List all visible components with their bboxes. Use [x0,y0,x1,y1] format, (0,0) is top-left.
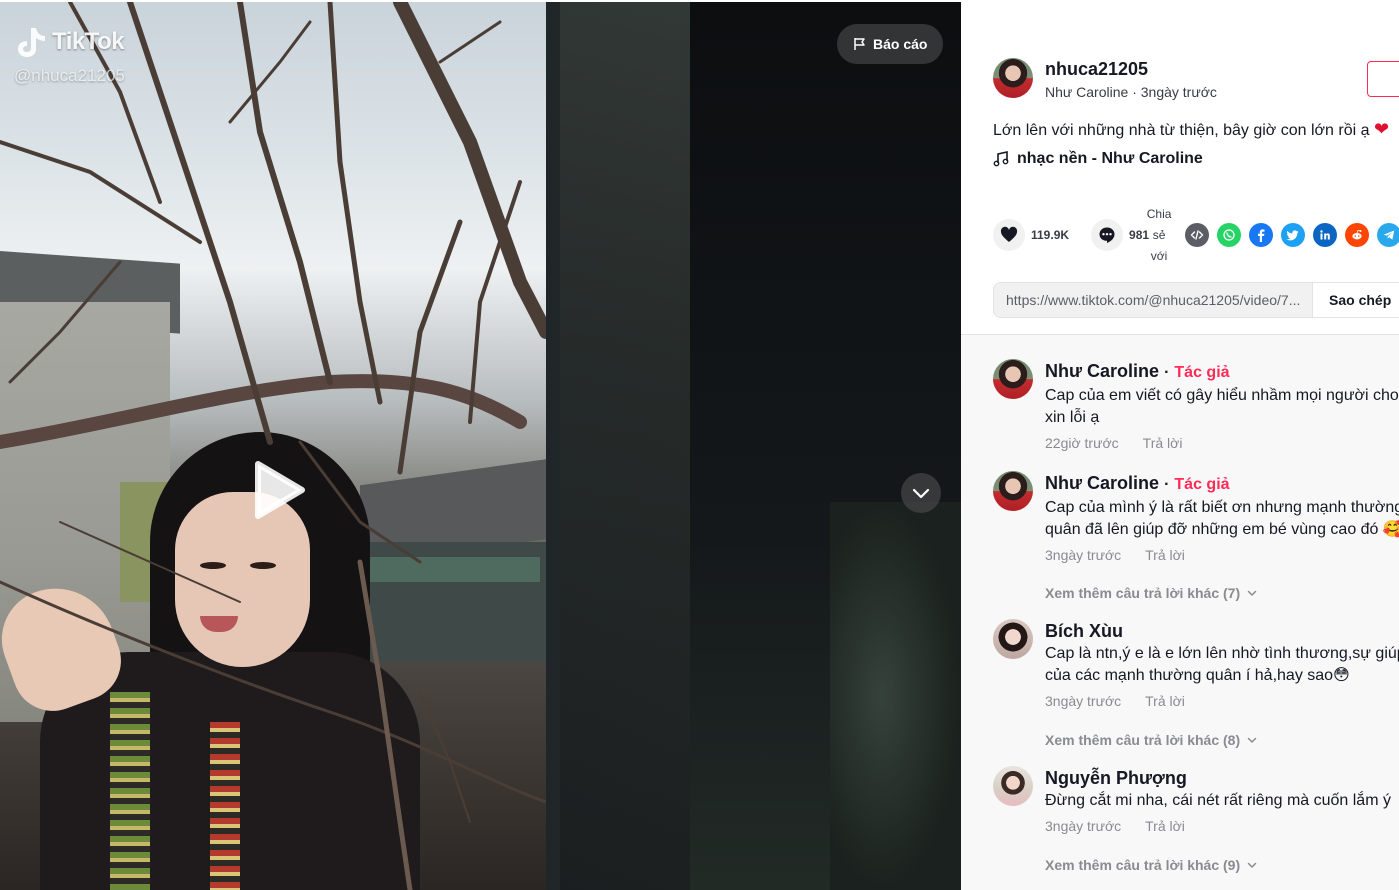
video-player[interactable]: TikTok @nhuca21205 [0,2,546,890]
comment-meta: 22giờ trước Trả lời [1045,435,1399,451]
facebook-icon[interactable] [1249,223,1274,247]
tiktok-watermark: TikTok [16,26,125,58]
report-button[interactable]: Báo cáo [837,24,944,64]
commenter-name[interactable]: Như Caroline [1045,473,1159,493]
chevron-down-icon [1247,737,1257,744]
comment-header: Như Caroline · Tác giả [1045,471,1399,497]
blurred-background [560,2,710,890]
share-link-url[interactable]: https://www.tiktok.com/@nhuca21205/video… [994,283,1312,317]
linkedin-icon[interactable] [1313,223,1338,247]
commenter-avatar[interactable] [993,619,1033,659]
comment-text: Cap của em viết có gây hiểu nhầm mọi ngư… [1045,387,1399,404]
comment-meta: 3ngày trước Trả lời [1045,818,1399,834]
music-note-icon [993,151,1009,167]
caption-text: Lớn lên với những nhà từ thiện, bây giờ … [993,122,1370,139]
share-link-box: https://www.tiktok.com/@nhuca21205/video… [993,282,1399,318]
heart-icon [1000,226,1018,242]
comment-time: 22giờ trước [1045,435,1119,451]
twitter-icon[interactable] [1281,223,1306,247]
comment-time: 3ngày trước [1045,693,1122,709]
separator-dot: · [1164,476,1170,493]
share-label-line: với [1150,248,1168,263]
music-link[interactable]: nhạc nền - Như Caroline [993,150,1203,168]
report-label: Báo cáo [873,36,928,52]
author-badge: Tác giả [1174,364,1230,381]
copy-link-button[interactable]: Sao chép [1312,283,1399,317]
comment-text: xin lỗi ạ [1045,409,1100,426]
author-subline: Như Caroline · 3ngày trước [1045,84,1217,100]
next-video-button[interactable] [901,473,941,513]
comment-time: 3ngày trước [1045,547,1122,563]
watermark-handle: @nhuca21205 [14,66,125,85]
like-count: 119.9K [1031,228,1070,242]
comment-button[interactable] [1091,219,1124,251]
music-title: nhạc nền - Như Caroline [1017,150,1203,167]
tiktok-watermark-text: TikTok [52,28,125,55]
share-label: Chia sẻ với [1145,204,1173,267]
details-panel: nhuca21205 Như Caroline · 3ngày trước Lớ… [961,2,1399,890]
reply-button[interactable]: Trả lời [1143,435,1183,451]
comment-text: quân đã lên giúp đỡ những em bé vùng cao… [1045,521,1399,538]
video-stage[interactable]: TikTok @nhuca21205 Báo cáo [0,2,961,890]
comment-icon [1099,227,1115,243]
comment-header: Bích Xùu [1045,619,1399,643]
chevron-down-icon [1247,590,1257,597]
comment-meta: 3ngày trước Trả lời [1045,693,1399,709]
separator-dot: · [1164,364,1170,381]
post-time: 3ngày trước [1140,84,1217,100]
comment-text: Cap là ntn,ý e là e lớn lên nhờ tình thư… [1045,645,1399,662]
chevron-down-icon [912,488,930,499]
share-label-line: Chia [1146,206,1172,221]
whatsapp-icon[interactable] [1217,223,1242,247]
commenter-name[interactable]: Nguyễn Phượng [1045,768,1187,788]
play-icon[interactable] [252,460,306,520]
video-tree-branches [0,2,546,890]
comment-text: Cap của mình ý là rất biết ơn nhưng mạnh… [1045,499,1399,516]
view-more-replies-button[interactable]: Xem thêm câu trả lời khác (7) [1045,585,1258,601]
comment-meta: 3ngày trước Trả lời [1045,547,1399,563]
author-display-name[interactable]: Như Caroline [1045,84,1128,100]
view-more-replies-button[interactable]: Xem thêm câu trả lời khác (8) [1045,732,1258,748]
like-button[interactable] [993,219,1025,251]
video-caption: Lớn lên với những nhà từ thiện, bây giờ … [993,118,1389,142]
author-info: nhuca21205 Như Caroline · 3ngày trước [993,58,1217,100]
comment-header: Như Caroline · Tác giả [1045,359,1399,385]
view-more-replies-label: Xem thêm câu trả lời khác (9) [1045,857,1241,873]
commenter-avatar[interactable] [993,471,1033,511]
separator-dot: · [1132,84,1141,100]
author-username[interactable]: nhuca21205 [1045,58,1217,80]
chevron-down-icon [1247,862,1257,869]
tiktok-logo-icon [18,28,45,57]
heart-emoji: ❤ [1373,119,1390,139]
commenter-name[interactable]: Như Caroline [1045,361,1159,381]
embed-icon[interactable] [1185,223,1210,247]
comment-text: Đừng cắt mi nha, cái nét rất riêng mà cu… [1045,792,1391,809]
action-bar: 119.9K 981 Chia sẻ với [993,202,1399,268]
flag-icon [854,38,865,50]
author-avatar[interactable] [993,58,1033,98]
blurred-background-green [830,502,961,890]
share-label-line: sẻ [1152,227,1166,242]
view-more-replies-label: Xem thêm câu trả lời khác (7) [1045,585,1241,601]
comment-time: 3ngày trước [1045,818,1122,834]
comment-text: của các mạnh thường quân í hả,hay sao😳 [1045,667,1350,684]
comment-list: Như Caroline · Tác giả Cap của em viết c… [961,334,1399,890]
follow-button[interactable] [1367,61,1399,97]
view-more-replies-label: Xem thêm câu trả lời khác (8) [1045,732,1241,748]
reddit-icon[interactable] [1345,223,1370,247]
reply-button[interactable]: Trả lời [1145,818,1185,834]
commenter-name[interactable]: Bích Xùu [1045,621,1123,641]
view-more-replies-button[interactable]: Xem thêm câu trả lời khác (9) [1045,857,1258,873]
telegram-icon[interactable] [1377,223,1399,247]
author-badge: Tác giả [1174,476,1230,493]
reply-button[interactable]: Trả lời [1145,547,1185,563]
commenter-avatar[interactable] [993,766,1033,806]
comment-header: Nguyễn Phượng [1045,766,1399,790]
commenter-avatar[interactable] [993,359,1033,399]
reply-button[interactable]: Trả lời [1145,693,1185,709]
